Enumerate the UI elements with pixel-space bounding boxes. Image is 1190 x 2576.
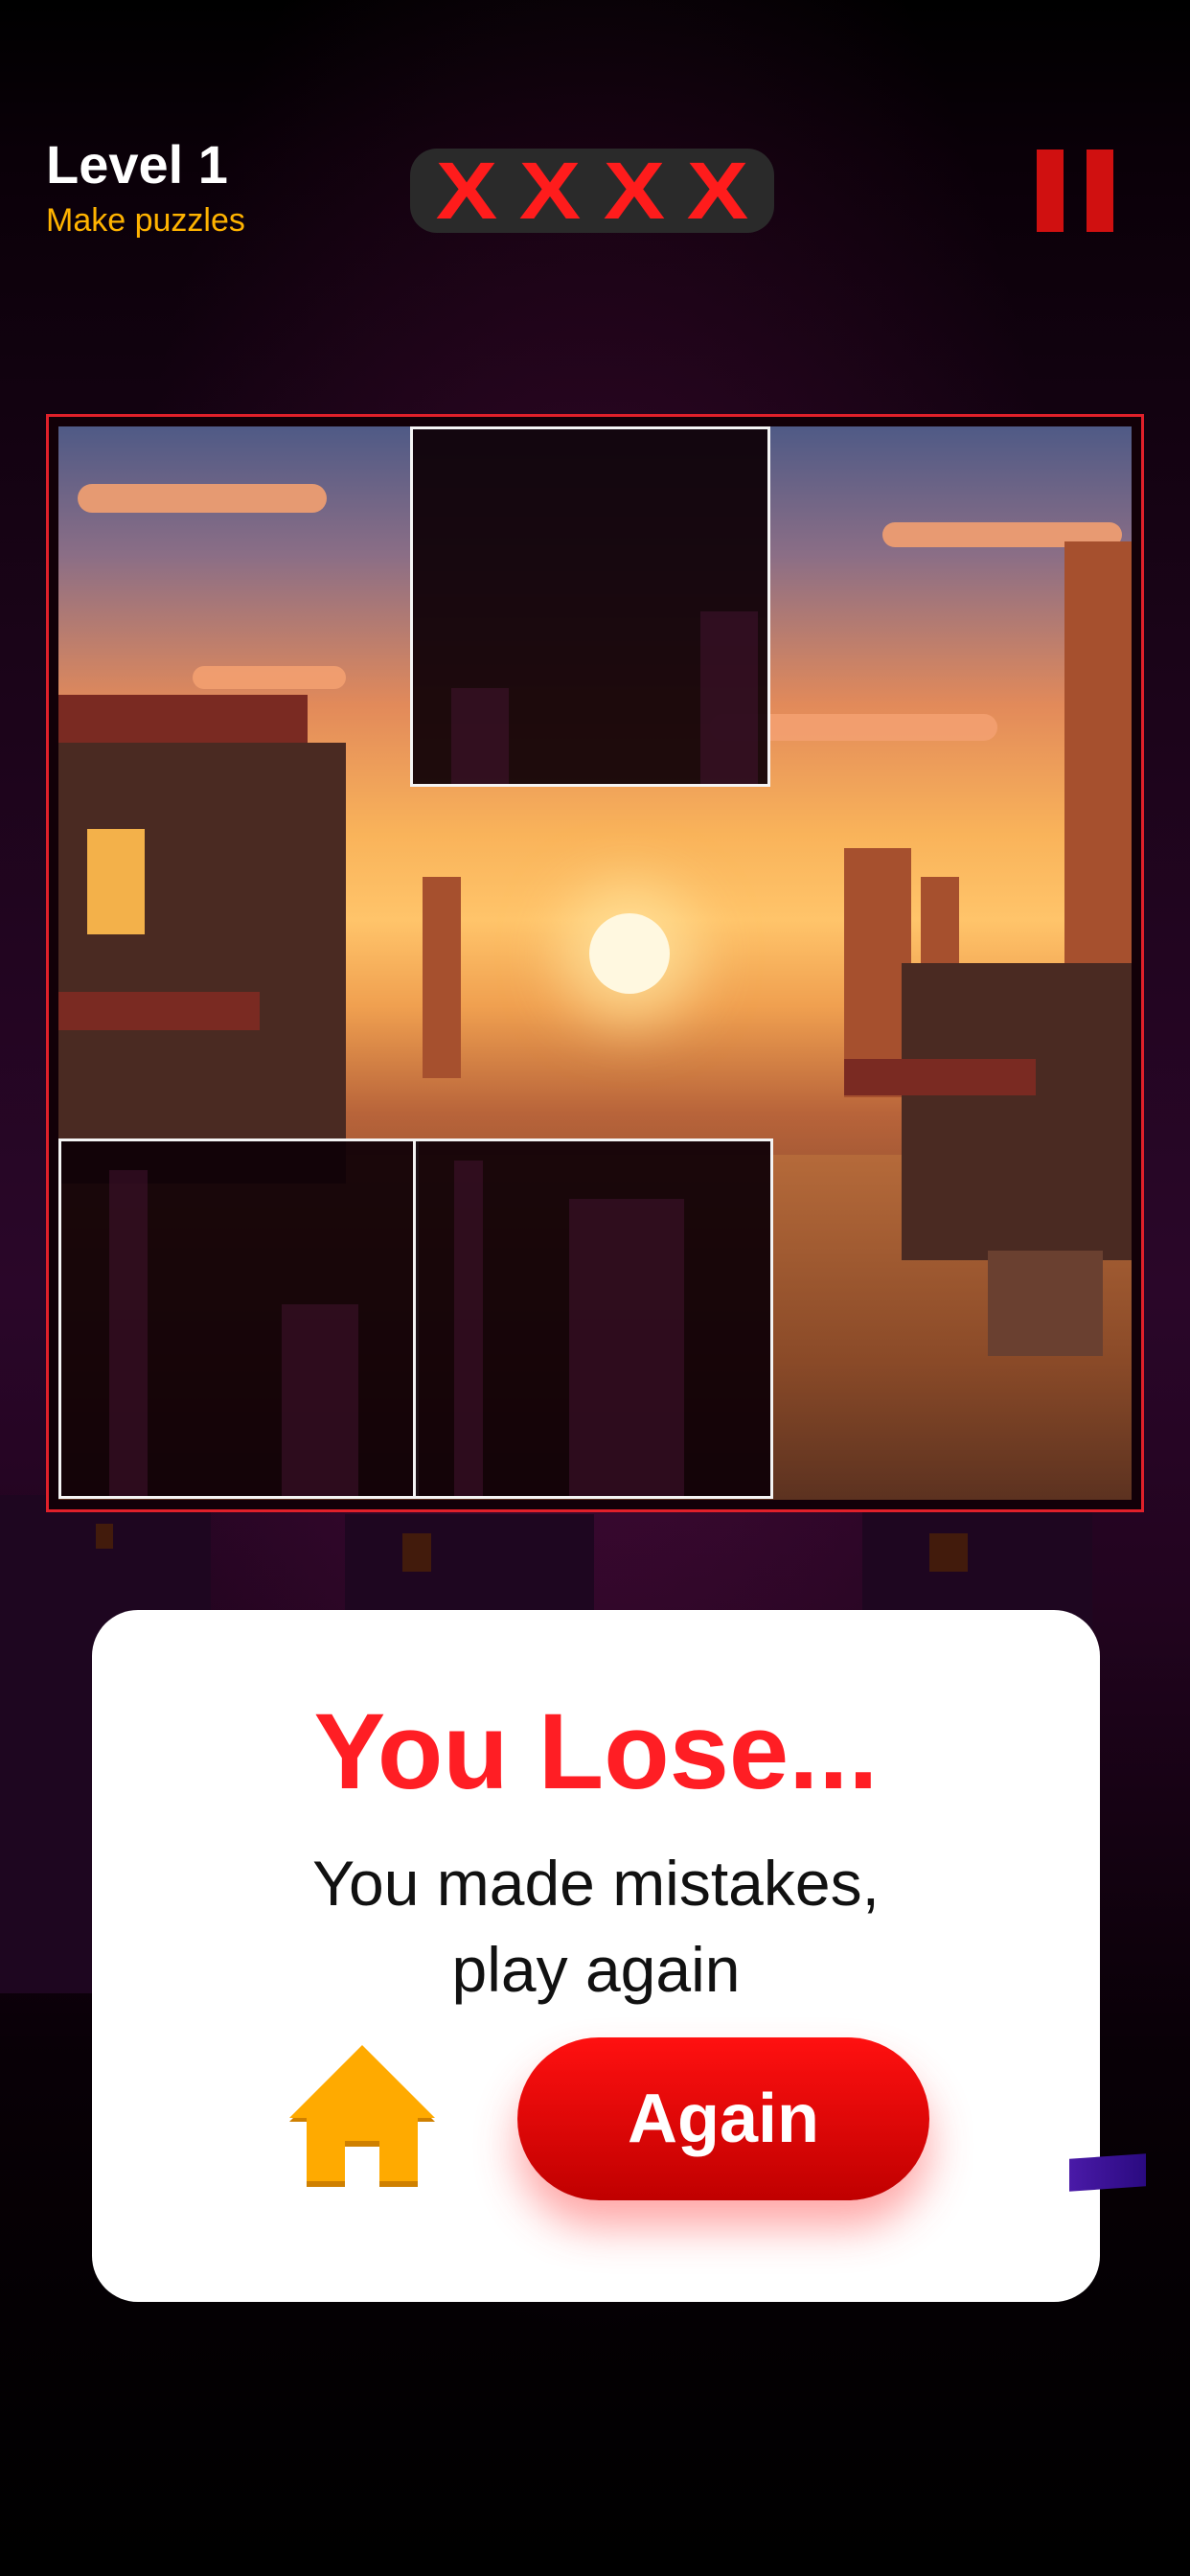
background-window [929, 1533, 968, 1572]
sun [589, 913, 670, 994]
mistakes-indicator: X X X X [410, 149, 774, 233]
saloon-building [58, 743, 346, 1184]
street-building [902, 963, 1132, 1260]
offscreen-decoration [1069, 2153, 1146, 2192]
empty-slot-top-middle[interactable] [410, 426, 770, 787]
cloud [193, 666, 346, 689]
mistake-x-icon: X [519, 146, 582, 236]
pause-button[interactable] [1037, 150, 1113, 232]
home-button[interactable] [286, 2045, 439, 2195]
slot-shadow [109, 1170, 148, 1496]
home-icon [289, 2045, 435, 2187]
awning [844, 1059, 1036, 1095]
lose-dialog: You Lose... You made mistakes, play agai… [92, 1610, 1100, 2302]
again-button[interactable]: Again [517, 2037, 929, 2200]
slot-shadow [569, 1199, 684, 1496]
wooden-bench [988, 1251, 1103, 1356]
mistake-x-icon: X [603, 146, 665, 236]
pause-icon [1037, 150, 1064, 232]
awning [58, 992, 260, 1030]
lit-window [87, 829, 145, 934]
level-title: Level 1 [46, 134, 228, 195]
level-subtitle: Make puzzles [46, 202, 245, 239]
dialog-message-line: play again [451, 1934, 741, 2005]
slot-shadow [454, 1161, 483, 1496]
rock-spire [423, 877, 461, 1078]
empty-slot-bottom-left[interactable] [58, 1138, 419, 1499]
puzzle-board [46, 414, 1144, 1512]
dialog-message-line: You made mistakes, [312, 1848, 880, 1919]
empty-slot-bottom-middle[interactable] [413, 1138, 773, 1499]
mistake-x-icon: X [686, 146, 749, 236]
background-window [96, 1524, 113, 1549]
dialog-message: You made mistakes, play again [92, 1840, 1100, 2012]
slot-shadow [282, 1304, 358, 1496]
slot-shadow [700, 611, 758, 784]
slot-shadow [451, 688, 509, 784]
pause-icon [1087, 150, 1113, 232]
mistake-x-icon: X [435, 146, 498, 236]
saloon-roof [58, 695, 308, 743]
background-window [402, 1533, 431, 1572]
cloud [78, 484, 327, 513]
dialog-title: You Lose... [313, 1691, 879, 1811]
